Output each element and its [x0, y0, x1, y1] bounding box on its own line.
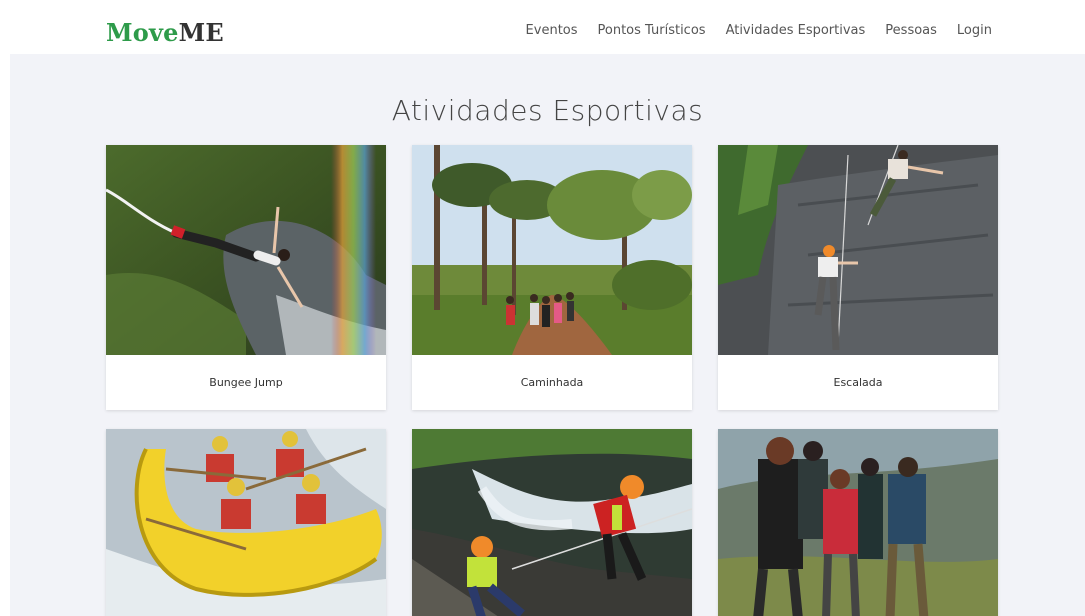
trekking-group-photo [718, 429, 998, 616]
rock-climbing-photo [718, 145, 998, 355]
activity-card-caminhada[interactable]: Caminhada [412, 145, 692, 410]
main-nav: Eventos Pontos Turísticos Atividades Esp… [526, 23, 992, 38]
nav-link-pessoas[interactable]: Pessoas [885, 23, 937, 38]
brand-logo[interactable]: MoveME [106, 18, 224, 47]
bungee-jump-photo [106, 145, 386, 355]
main-content: Atividades Esportivas Bungee Jump Caminh… [10, 54, 1085, 616]
navbar: MoveME Eventos Pontos Turísticos Ativida… [0, 0, 1085, 54]
hiking-trail-photo [412, 145, 692, 355]
card-label: Escalada [833, 376, 883, 389]
page-title: Atividades Esportivas [391, 94, 704, 127]
nav-link-pontos-turisticos[interactable]: Pontos Turísticos [598, 23, 706, 38]
canyoning-photo [412, 429, 692, 616]
nav-link-login[interactable]: Login [957, 23, 992, 38]
brand-part-move: Move [106, 18, 179, 47]
brand-part-me: ME [178, 18, 224, 47]
activity-card-canyoning[interactable] [412, 429, 692, 616]
card-label: Caminhada [520, 376, 584, 389]
card-label: Bungee Jump [209, 376, 283, 389]
activity-card-trekking[interactable] [718, 429, 998, 616]
activity-card-escalada[interactable]: Escalada [718, 145, 998, 410]
nav-link-eventos[interactable]: Eventos [526, 23, 578, 38]
rafting-photo [106, 429, 386, 616]
activity-card-rafting[interactable] [106, 429, 386, 616]
nav-link-atividades-esportivas[interactable]: Atividades Esportivas [726, 23, 866, 38]
activity-card-bungee-jump[interactable]: Bungee Jump [106, 145, 386, 410]
